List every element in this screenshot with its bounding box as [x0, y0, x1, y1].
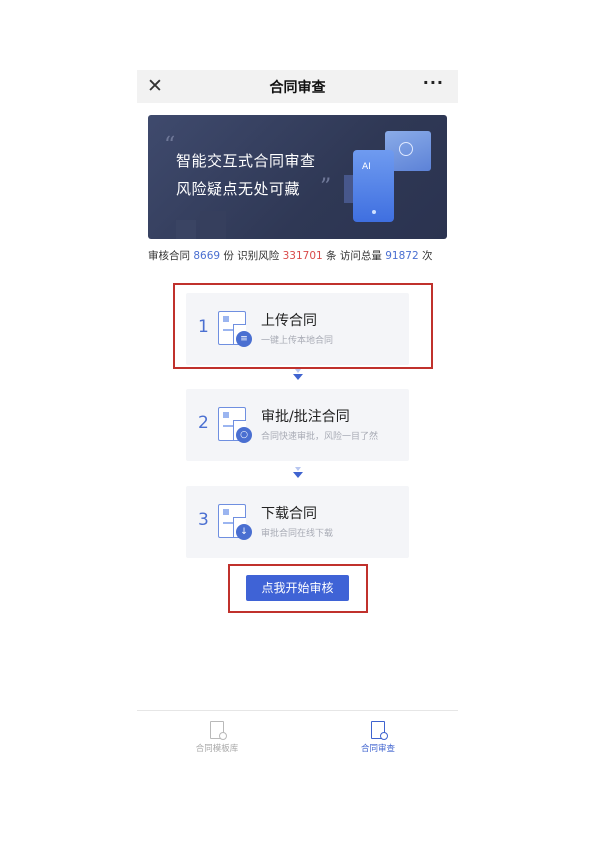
- banner-decor-block: [200, 211, 226, 239]
- highlight-box-upload: [173, 283, 433, 369]
- template-search-icon: [210, 721, 227, 740]
- step-subtitle: 合同快速审批，风险一目了然: [261, 432, 379, 442]
- tab-label: 合同审查: [360, 744, 395, 754]
- close-icon[interactable]: ✕: [147, 73, 163, 99]
- review-doc-icon: [371, 721, 388, 740]
- visits-count: 91872: [385, 250, 419, 262]
- more-menu-button[interactable]: ···: [423, 70, 444, 96]
- download-icon: ↓: [236, 524, 252, 540]
- step-subtitle: 审批合同在线下载: [261, 529, 334, 539]
- banner-decor-block: [176, 220, 196, 239]
- tab-label: 合同模板库: [195, 744, 239, 754]
- stats-row: 审核合同 8669 份 识别风险 331701 条 访问总量 91872 次: [148, 248, 458, 263]
- step-title: 下载合同: [261, 506, 317, 522]
- risk-count: 331701: [282, 250, 323, 262]
- step-review-card[interactable]: 2 ○ 审批/批注合同 合同快速审批，风险一目了然: [186, 389, 409, 461]
- banner-subline: 风险疑点无处可藏: [176, 180, 301, 198]
- reviewed-label: 审核合同: [148, 250, 190, 262]
- page-title: 合同审查: [269, 79, 326, 96]
- phone-dot: [372, 210, 376, 214]
- promo-banner[interactable]: “ 智能交互式合同审查 风险疑点无处可藏 ” AI: [148, 115, 447, 239]
- quote-open-mark: “: [164, 133, 176, 158]
- bottom-tab-bar: 合同模板库 合同审查: [137, 710, 458, 770]
- search-icon: ○: [236, 427, 252, 443]
- step-number: 2: [198, 413, 209, 433]
- phone-screen: ✕ 合同审查 ··· “ 智能交互式合同审查 风险疑点无处可藏 ” AI 审核合…: [137, 70, 458, 770]
- banner-headline: 智能交互式合同审查: [176, 152, 316, 170]
- step-number: 3: [198, 510, 209, 530]
- ai-label: AI: [362, 162, 371, 172]
- tab-template-library[interactable]: 合同模板库: [167, 721, 267, 754]
- highlight-box-start: [228, 564, 368, 613]
- step-title: 审批/批注合同: [261, 409, 350, 425]
- risk-label: 识别风险: [237, 250, 280, 262]
- visits-label: 访问总量: [339, 250, 382, 262]
- nav-bar: ✕ 合同审查 ···: [137, 70, 458, 103]
- quote-close-mark: ”: [320, 175, 332, 200]
- risk-unit: 条: [326, 250, 337, 262]
- tab-contract-review[interactable]: 合同审查: [328, 721, 428, 754]
- step-download-card[interactable]: 3 ↓ 下载合同 审批合同在线下载: [186, 486, 409, 558]
- reviewed-unit: 份: [223, 250, 234, 262]
- visits-unit: 次: [421, 250, 433, 262]
- reviewed-count: 8669: [193, 250, 221, 262]
- magnifier-icon: [399, 142, 413, 156]
- chevron-down-icon: [292, 369, 304, 381]
- chevron-down-icon: [292, 467, 304, 479]
